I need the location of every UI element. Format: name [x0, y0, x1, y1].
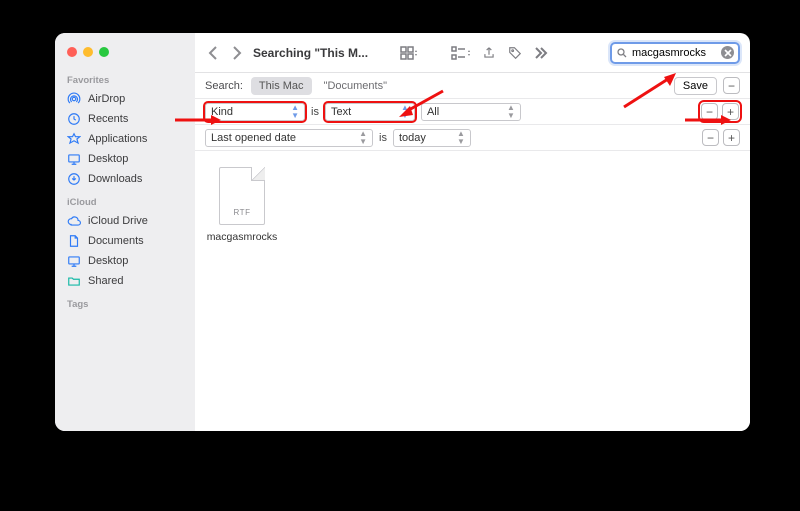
- sidebar-item-label: Shared: [88, 275, 123, 287]
- grid-icon: [400, 46, 418, 60]
- applications-icon: [67, 132, 81, 146]
- sidebar-item-label: Applications: [88, 133, 147, 145]
- sidebar-item-downloads[interactable]: Downloads: [55, 169, 195, 189]
- sidebar-item-icloud-drive[interactable]: iCloud Drive: [55, 211, 195, 231]
- sidebar-item-label: Downloads: [88, 173, 142, 185]
- share-button[interactable]: [480, 46, 498, 60]
- search-field[interactable]: [610, 42, 740, 64]
- fullscreen-window-button[interactable]: [99, 47, 109, 57]
- results-area[interactable]: RTF macgasmrocks: [195, 151, 750, 431]
- rule-attribute-select[interactable]: Last opened date ▲▼: [205, 129, 373, 147]
- group-by-button[interactable]: [450, 46, 472, 60]
- view-icons-button[interactable]: [398, 46, 420, 60]
- scope-documents[interactable]: "Documents": [318, 77, 393, 95]
- search-rule-row-1: Kind ▲▼ is Text ▲▼ All ▲▼ − +: [195, 99, 750, 125]
- back-button[interactable]: [205, 46, 221, 60]
- search-scope-bar: Search: This Mac "Documents" Save −: [195, 73, 750, 99]
- chevron-left-icon: [208, 46, 218, 60]
- shared-folder-icon: [67, 274, 81, 288]
- finder-window: Favorites AirDrop Recents Applications D…: [55, 33, 750, 431]
- rule-attribute-select[interactable]: Kind ▲▼: [205, 103, 305, 121]
- chevron-double-right-icon: [534, 46, 548, 60]
- forward-button[interactable]: [229, 46, 245, 60]
- group-icon: [451, 46, 471, 60]
- main-pane: Searching "This M...: [195, 33, 750, 431]
- sidebar-item-shared[interactable]: Shared: [55, 271, 195, 291]
- sidebar-item-label: Documents: [88, 235, 144, 247]
- x-icon: [724, 49, 732, 57]
- sidebar-item-documents[interactable]: Documents: [55, 231, 195, 251]
- save-search-button[interactable]: Save: [674, 77, 717, 95]
- sidebar-item-recents[interactable]: Recents: [55, 109, 195, 129]
- search-rule-row-2: Last opened date ▲▼ is today ▲▼ − +: [195, 125, 750, 151]
- select-value: All: [427, 106, 439, 118]
- rule-buttons-group: − +: [700, 102, 740, 121]
- chevron-right-icon: [232, 46, 242, 60]
- file-badge: RTF: [219, 208, 265, 217]
- select-value: Last opened date: [211, 132, 296, 144]
- scope-this-mac[interactable]: This Mac: [251, 77, 312, 95]
- sidebar-item-desktop-icloud[interactable]: Desktop: [55, 251, 195, 271]
- search-icon: [616, 47, 628, 59]
- select-value: Kind: [211, 106, 233, 118]
- window-title: Searching "This M...: [253, 46, 368, 60]
- downloads-icon: [67, 172, 81, 186]
- clear-search-button[interactable]: [721, 46, 734, 59]
- airdrop-icon: [67, 92, 81, 106]
- clock-icon: [67, 112, 81, 126]
- chevron-updown-icon: ▲▼: [353, 130, 367, 146]
- tags-button[interactable]: [506, 46, 524, 60]
- sidebar-item-label: iCloud Drive: [88, 215, 148, 227]
- toolbar: Searching "This M...: [195, 33, 750, 73]
- sidebar-section-icloud: iCloud: [55, 189, 195, 211]
- select-value: Text: [331, 106, 351, 118]
- sidebar-section-favorites: Favorites: [55, 67, 195, 89]
- desktop-icon: [67, 152, 81, 166]
- chevron-updown-icon: ▲▼: [395, 104, 409, 120]
- rule-extra-select[interactable]: All ▲▼: [421, 103, 521, 121]
- chevron-updown-icon: ▲▼: [451, 130, 465, 146]
- select-value: today: [399, 132, 426, 144]
- remove-rule-button[interactable]: −: [702, 129, 719, 146]
- desktop-icon: [67, 254, 81, 268]
- search-input[interactable]: [632, 47, 717, 59]
- sidebar-item-label: Recents: [88, 113, 128, 125]
- sidebar-item-applications[interactable]: Applications: [55, 129, 195, 149]
- add-rule-button[interactable]: +: [723, 129, 740, 146]
- sidebar-item-label: Desktop: [88, 255, 128, 267]
- chevron-updown-icon: ▲▼: [285, 104, 299, 120]
- document-icon: [67, 234, 81, 248]
- sidebar-item-label: Desktop: [88, 153, 128, 165]
- window-controls: [55, 41, 195, 67]
- rule-buttons-group: − +: [702, 129, 740, 146]
- cloud-icon: [67, 214, 81, 228]
- rtf-file-icon: RTF: [219, 167, 265, 225]
- sidebar: Favorites AirDrop Recents Applications D…: [55, 33, 195, 431]
- rule-op-label: is: [311, 106, 319, 118]
- share-icon: [482, 46, 496, 60]
- close-window-button[interactable]: [67, 47, 77, 57]
- sidebar-item-airdrop[interactable]: AirDrop: [55, 89, 195, 109]
- scope-label: Search:: [205, 80, 243, 92]
- rule-op-label: is: [379, 132, 387, 144]
- file-name: macgasmrocks: [207, 231, 278, 243]
- sidebar-section-tags: Tags: [55, 291, 195, 313]
- tag-icon: [508, 46, 522, 60]
- add-rule-button[interactable]: +: [722, 103, 739, 120]
- result-file[interactable]: RTF macgasmrocks: [205, 167, 279, 243]
- toolbar-overflow-button[interactable]: [532, 46, 550, 60]
- minimize-window-button[interactable]: [83, 47, 93, 57]
- rule-value-select[interactable]: today ▲▼: [393, 129, 471, 147]
- remove-scope-button[interactable]: −: [723, 77, 740, 94]
- chevron-updown-icon: ▲▼: [501, 104, 515, 120]
- rule-value-select[interactable]: Text ▲▼: [325, 103, 415, 121]
- remove-rule-button[interactable]: −: [701, 103, 718, 120]
- sidebar-item-label: AirDrop: [88, 93, 125, 105]
- sidebar-item-desktop[interactable]: Desktop: [55, 149, 195, 169]
